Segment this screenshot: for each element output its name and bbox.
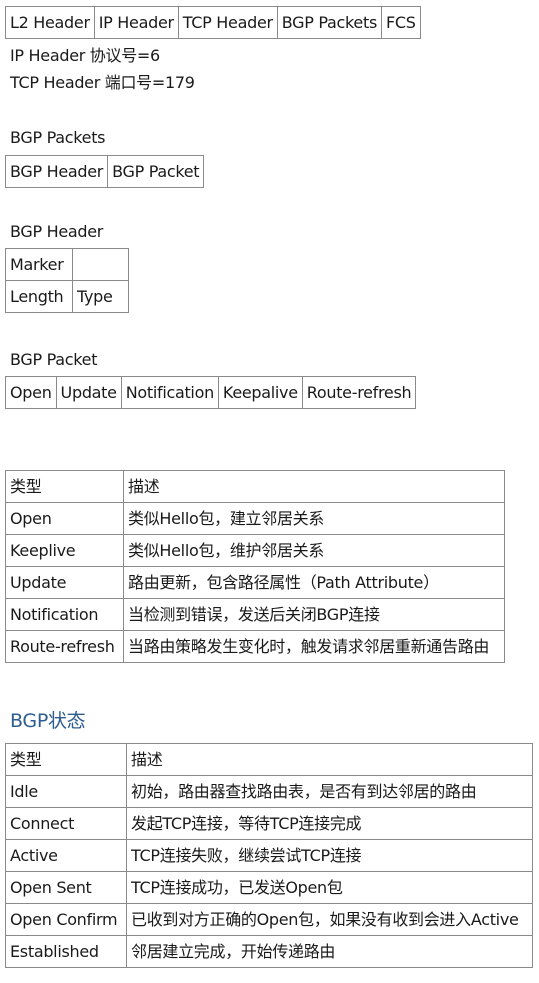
description-cell: 当路由策略发生变化时，触发请求邻居重新通告路由 — [123, 630, 505, 663]
table-row: Active TCP连接失败，继续尝试TCP连接 — [5, 839, 533, 872]
table-row: Keeplive 类似Hello包，维护邻居关系 — [5, 534, 505, 567]
type-cell: Route-refresh — [5, 630, 124, 663]
description-cell: 发起TCP连接，等待TCP连接完成 — [126, 807, 533, 840]
state-cell: Open Sent — [5, 871, 127, 904]
packet-type-notification: Notification — [120, 376, 219, 409]
column-header-type: 类型 — [5, 470, 124, 503]
bgp-header-table: Marker Length Type — [5, 248, 129, 313]
header-cell-length: Length — [5, 280, 73, 313]
table-row: Notification 当检测到错误，发送后关闭BGP连接 — [5, 598, 505, 631]
type-cell: Update — [5, 566, 124, 599]
packets-cell-bgp-packet: BGP Packet — [107, 155, 205, 188]
table-row: Open Update Notification Keepalive Route… — [5, 376, 417, 409]
bgp-packets-table: BGP Header BGP Packet — [4, 155, 205, 188]
description-cell: 当检测到错误，发送后关闭BGP连接 — [123, 598, 505, 631]
packet-type-keepalive: Keepalive — [217, 376, 303, 409]
table-row: Length Type — [5, 280, 129, 313]
packets-cell-bgp-header: BGP Header — [4, 155, 109, 188]
packet-type-update: Update — [55, 376, 122, 409]
table-row: Route-refresh 当路由策略发生变化时，触发请求邻居重新通告路由 — [5, 630, 505, 663]
bgp-states-heading: BGP状态 — [10, 710, 86, 732]
description-cell: TCP连接失败，继续尝试TCP连接 — [126, 839, 533, 872]
description-cell: TCP连接成功，已发送Open包 — [126, 871, 533, 904]
bgp-packet-types-table: Open Update Notification Keepalive Route… — [5, 376, 417, 409]
table-row: Established 邻居建立完成，开始传递路由 — [5, 935, 533, 968]
bgp-packet-heading: BGP Packet — [10, 350, 98, 369]
table-row: L2 Header IP Header TCP Header BGP Packe… — [5, 6, 421, 39]
state-cell: Open Confirm — [5, 903, 127, 936]
table-header-row: 类型 描述 — [5, 743, 533, 776]
frame-cell-ip-header: IP Header — [93, 6, 179, 39]
description-cell: 类似Hello包，维护邻居关系 — [123, 534, 505, 567]
table-row: Open Sent TCP连接成功，已发送Open包 — [5, 871, 533, 904]
table-row: Open Confirm 已收到对方正确的Open包，如果没有收到会进入Acti… — [5, 903, 533, 936]
description-cell: 已收到对方正确的Open包，如果没有收到会进入Active — [126, 903, 533, 936]
description-cell: 类似Hello包，建立邻居关系 — [123, 502, 505, 535]
header-cell-marker: Marker — [5, 248, 73, 281]
state-cell: Active — [5, 839, 127, 872]
column-header-description: 描述 — [126, 743, 533, 776]
table-row: Update 路由更新，包含路径属性（Path Attribute） — [5, 566, 505, 599]
description-cell: 初始，路由器查找路由表，是否有到达邻居的路由 — [126, 775, 533, 808]
state-cell: Idle — [5, 775, 127, 808]
table-header-row: 类型 描述 — [5, 470, 505, 503]
table-row: Open 类似Hello包，建立邻居关系 — [5, 502, 505, 535]
bgp-states-table: 类型 描述 Idle 初始，路由器查找路由表，是否有到达邻居的路由 Connec… — [5, 743, 533, 968]
description-cell: 路由更新，包含路径属性（Path Attribute） — [123, 566, 505, 599]
frame-cell-bgp-packets: BGP Packets — [276, 6, 383, 39]
type-cell: Notification — [5, 598, 124, 631]
table-row: BGP Header BGP Packet — [4, 155, 205, 188]
bgp-packets-heading: BGP Packets — [10, 128, 106, 147]
description-cell: 邻居建立完成，开始传递路由 — [126, 935, 533, 968]
column-header-description: 描述 — [123, 470, 505, 503]
frame-structure-table: L2 Header IP Header TCP Header BGP Packe… — [5, 6, 421, 39]
header-cell-type: Type — [72, 280, 129, 313]
state-cell: Established — [5, 935, 127, 968]
bgp-header-heading: BGP Header — [10, 222, 104, 241]
ip-protocol-note: IP Header 协议号=6 — [10, 46, 160, 65]
header-cell-empty — [72, 248, 129, 281]
frame-cell-fcs: FCS — [381, 6, 421, 39]
type-cell: Open — [5, 502, 124, 535]
tcp-port-note: TCP Header 端口号=179 — [10, 73, 195, 92]
table-row: Connect 发起TCP连接，等待TCP连接完成 — [5, 807, 533, 840]
type-cell: Keeplive — [5, 534, 124, 567]
message-types-table: 类型 描述 Open 类似Hello包，建立邻居关系 Keeplive 类似He… — [5, 470, 505, 663]
state-cell: Connect — [5, 807, 127, 840]
frame-cell-tcp-header: TCP Header — [177, 6, 278, 39]
table-row: Marker — [5, 248, 129, 281]
packet-type-open: Open — [5, 376, 57, 409]
packet-type-route-refresh: Route-refresh — [301, 376, 417, 409]
table-row: Idle 初始，路由器查找路由表，是否有到达邻居的路由 — [5, 775, 533, 808]
frame-cell-l2-header: L2 Header — [5, 6, 95, 39]
column-header-type: 类型 — [5, 743, 127, 776]
